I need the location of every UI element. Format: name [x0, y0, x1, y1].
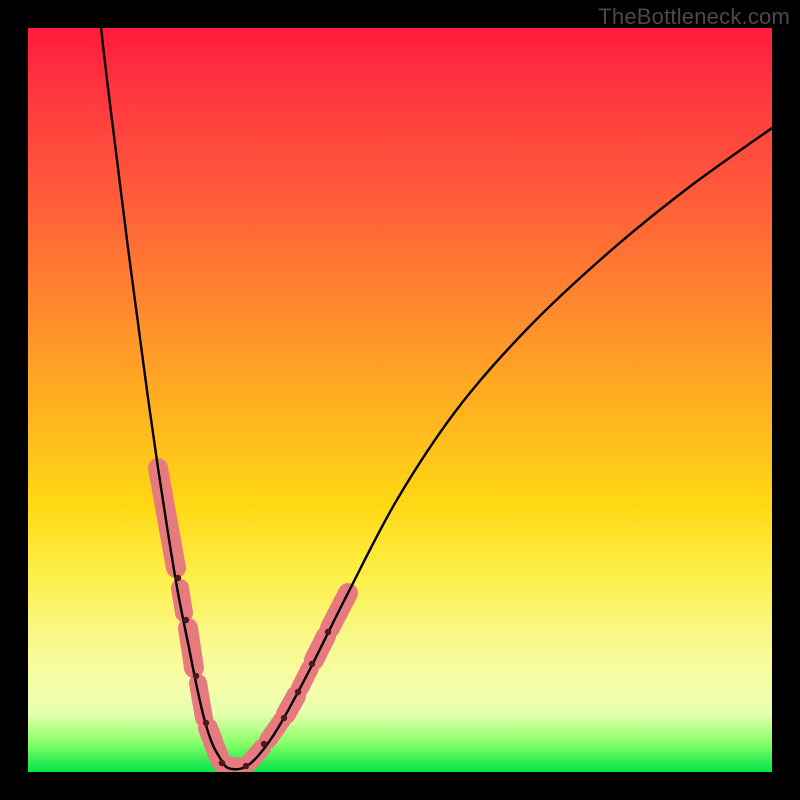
small-dark-dots — [183, 617, 189, 623]
curve-svg — [28, 28, 772, 772]
small-dark-dots — [309, 661, 315, 667]
small-dark-dots — [219, 760, 225, 766]
plot-area — [28, 28, 772, 772]
small-dark-dots — [243, 763, 249, 769]
chart-frame: TheBottleneck.com — [0, 0, 800, 800]
small-dark-dots — [325, 629, 331, 635]
watermark-text: TheBottleneck.com — [598, 4, 790, 30]
small-dark-dots — [295, 689, 301, 695]
small-dark-dots — [193, 673, 199, 679]
small-dark-dots — [281, 715, 287, 721]
small-dark-dots — [203, 720, 209, 726]
small-dark-dots — [261, 741, 267, 747]
small-dark-dots — [175, 575, 181, 581]
